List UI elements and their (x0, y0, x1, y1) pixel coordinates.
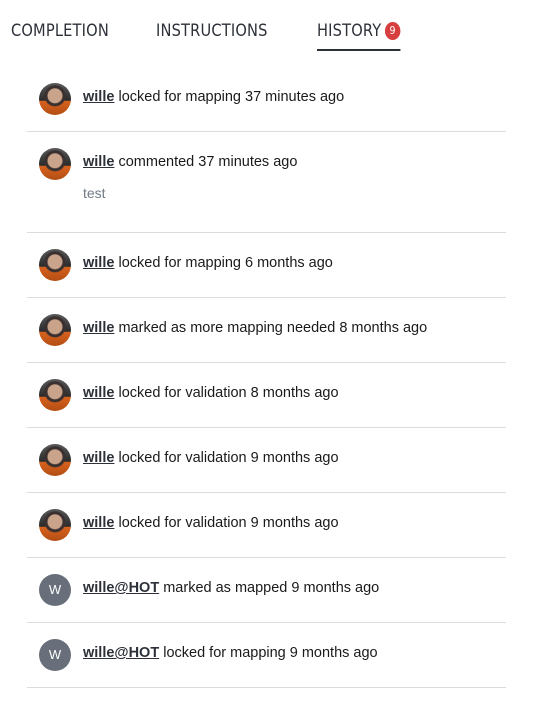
history-item: wille locked for mapping 6 months ago (27, 233, 506, 298)
history-item: wille locked for validation 9 months ago (27, 428, 506, 493)
tab-completion[interactable]: COMPLETION (11, 18, 109, 49)
history-text: wille locked for validation 9 months ago (83, 515, 339, 531)
avatar[interactable] (39, 249, 71, 281)
avatar[interactable] (39, 83, 71, 115)
history-text: wille locked for mapping 37 minutes ago (83, 89, 344, 105)
user-link[interactable]: wille (83, 89, 114, 105)
user-link[interactable]: wille (83, 515, 114, 531)
history-action: marked as mapped 9 months ago (163, 580, 380, 596)
history-item: wille locked for mapping 37 minutes ago (27, 67, 506, 132)
user-link[interactable]: wille (83, 154, 114, 170)
history-item: W wille@HOT marked as mapped 9 months ag… (27, 558, 506, 623)
history-text: wille commented 37 minutes ago (83, 154, 297, 170)
comment-text: test (83, 185, 106, 201)
user-link[interactable]: wille (83, 385, 114, 401)
tab-history[interactable]: HISTORY 9 (316, 18, 400, 51)
avatar[interactable] (39, 314, 71, 346)
history-action: locked for validation 8 months ago (118, 385, 339, 401)
history-action: locked for validation 9 months ago (118, 450, 339, 466)
history-text: wille marked as more mapping needed 8 mo… (83, 320, 427, 336)
tab-history-label: HISTORY (316, 21, 382, 41)
history-action: locked for mapping 9 months ago (163, 645, 378, 661)
user-link[interactable]: wille@HOT (83, 580, 159, 596)
history-item: wille marked as more mapping needed 8 mo… (27, 298, 506, 363)
avatar[interactable] (39, 379, 71, 411)
history-action: locked for validation 9 months ago (118, 515, 339, 531)
history-text: wille@HOT marked as mapped 9 months ago (83, 580, 379, 596)
history-text: wille locked for mapping 6 months ago (83, 255, 333, 271)
history-text: wille locked for validation 8 months ago (83, 385, 339, 401)
avatar[interactable] (39, 148, 71, 180)
history-text: wille locked for validation 9 months ago (83, 450, 339, 466)
history-action: commented 37 minutes ago (118, 154, 298, 170)
history-list: wille locked for mapping 37 minutes ago … (27, 67, 506, 688)
history-count-badge: 9 (384, 22, 400, 40)
user-link[interactable]: wille (83, 320, 114, 336)
user-link[interactable]: wille (83, 255, 114, 271)
avatar[interactable]: W (39, 639, 71, 671)
history-text: wille@HOT locked for mapping 9 months ag… (83, 645, 378, 661)
history-item: wille locked for validation 9 months ago (27, 493, 506, 558)
history-action: locked for mapping 6 months ago (118, 255, 333, 271)
user-link[interactable]: wille@HOT (83, 645, 159, 661)
avatar[interactable]: W (39, 574, 71, 606)
history-action: locked for mapping 37 minutes ago (118, 89, 345, 105)
history-item: W wille@HOT locked for mapping 9 months … (27, 623, 506, 688)
avatar[interactable] (39, 444, 71, 476)
tab-instructions[interactable]: INSTRUCTIONS (156, 18, 268, 49)
user-link[interactable]: wille (83, 450, 114, 466)
avatar[interactable] (39, 509, 71, 541)
history-action: marked as more mapping needed 8 months a… (118, 320, 428, 336)
history-item: wille locked for validation 8 months ago (27, 363, 506, 428)
history-item: wille commented 37 minutes ago test (27, 132, 506, 233)
tab-bar: COMPLETION INSTRUCTIONS HISTORY 9 (11, 18, 444, 52)
